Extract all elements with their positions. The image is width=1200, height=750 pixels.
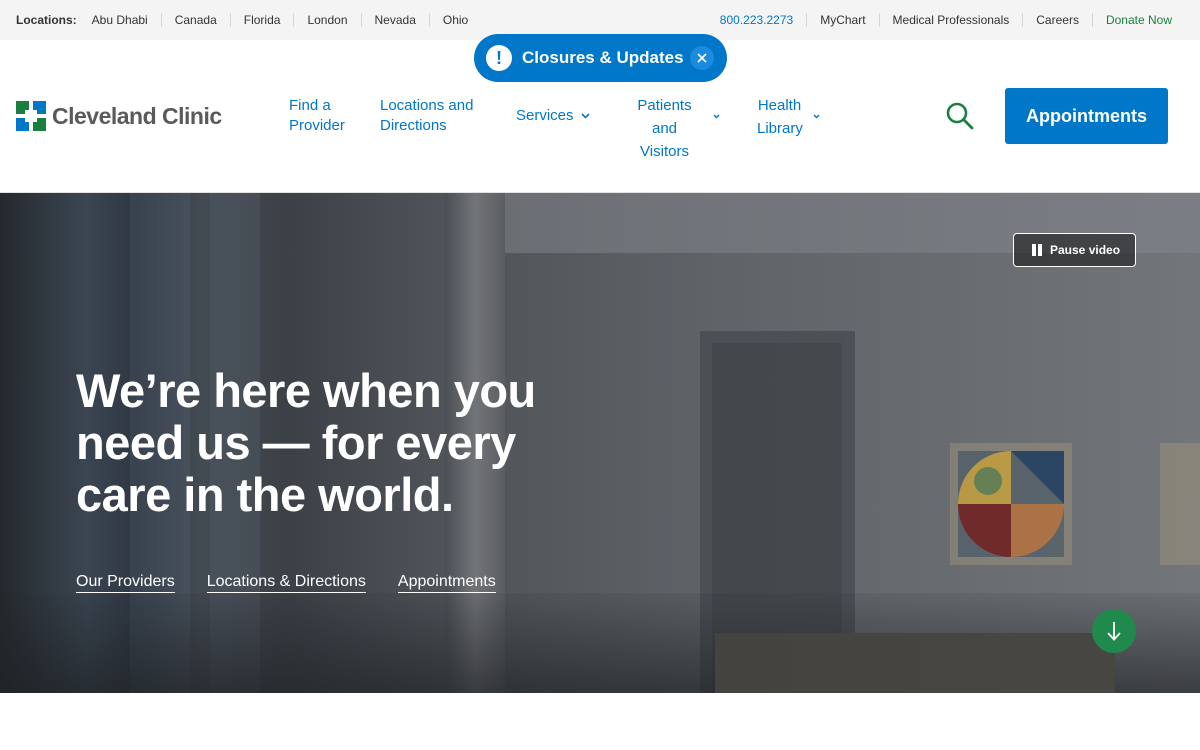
nav-locations-directions[interactable]: Locations and Directions [380, 96, 473, 136]
nav-locations-line1: Locations and [380, 97, 474, 114]
nav-find-provider-line1: Find a [289, 97, 331, 114]
nav-find-provider[interactable]: Find a Provider [289, 96, 345, 136]
chevron-down-icon [813, 114, 820, 119]
locations-label: Locations: [16, 13, 77, 27]
donate-link[interactable]: Donate Now [1091, 13, 1172, 27]
arrow-down-icon [1107, 622, 1121, 641]
pause-video-label: Pause video [1050, 243, 1121, 257]
appointments-button[interactable]: Appointments [1005, 88, 1168, 144]
chevron-down-icon [713, 114, 720, 119]
nav-health-line2: Library [757, 120, 803, 137]
exclamation-icon: ! [486, 45, 512, 71]
phone-link[interactable]: 800.223.2273 [707, 13, 806, 27]
nav-find-provider-line2: Provider [289, 117, 345, 134]
scroll-down-button[interactable] [1092, 609, 1136, 653]
nav-patients-line1: Patients and [637, 97, 692, 137]
pause-video-button[interactable]: Pause video [1013, 233, 1136, 267]
closures-updates-label: Closures & Updates [522, 48, 684, 67]
nav-health-library[interactable]: Health Library [757, 94, 827, 140]
location-link-ohio[interactable]: Ohio [428, 13, 481, 27]
utility-links: 800.223.2273 MyChart Medical Professiona… [707, 0, 1172, 40]
nav-locations-line2: Directions [380, 117, 447, 134]
hero-links: Our Providers Locations & Directions App… [76, 573, 528, 593]
closures-updates-banner[interactable]: ! Closures & Updates [474, 34, 727, 82]
location-link-nevada[interactable]: Nevada [360, 13, 429, 27]
careers-link[interactable]: Careers [1022, 13, 1092, 27]
hero-headline: We’re here when you need us — for every … [76, 364, 536, 521]
appointments-link[interactable]: Appointments [397, 573, 496, 593]
our-providers-link[interactable]: Our Providers [76, 573, 175, 593]
location-link-london[interactable]: London [293, 13, 360, 27]
search-button[interactable] [944, 100, 976, 132]
location-link-abu-dhabi[interactable]: Abu Dhabi [92, 13, 161, 27]
close-icon[interactable] [690, 46, 714, 70]
nav-patients-line2: Visitors [640, 143, 689, 160]
logo[interactable]: Cleveland Clinic [16, 101, 222, 131]
medical-professionals-link[interactable]: Medical Professionals [878, 13, 1023, 27]
pause-icon [1032, 244, 1042, 256]
search-icon [946, 102, 974, 130]
nav-patients-visitors[interactable]: Patients and Visitors [623, 94, 728, 163]
nav-health-line1: Health [757, 97, 802, 114]
mychart-link[interactable]: MyChart [806, 13, 878, 27]
location-link-florida[interactable]: Florida [229, 13, 294, 27]
chevron-down-icon [581, 113, 590, 119]
logo-text: Cleveland Clinic [52, 102, 222, 129]
hero-video: Pause video We’re here when you need us … [0, 193, 1200, 693]
cleveland-clinic-logo-icon [16, 101, 46, 131]
locations-list: Locations: Abu Dhabi Canada Florida Lond… [16, 0, 481, 40]
location-link-canada[interactable]: Canada [160, 13, 230, 27]
nav-services-label: Services [516, 107, 574, 124]
locations-directions-link[interactable]: Locations & Directions [206, 573, 366, 593]
nav-services[interactable]: Services [516, 106, 596, 126]
